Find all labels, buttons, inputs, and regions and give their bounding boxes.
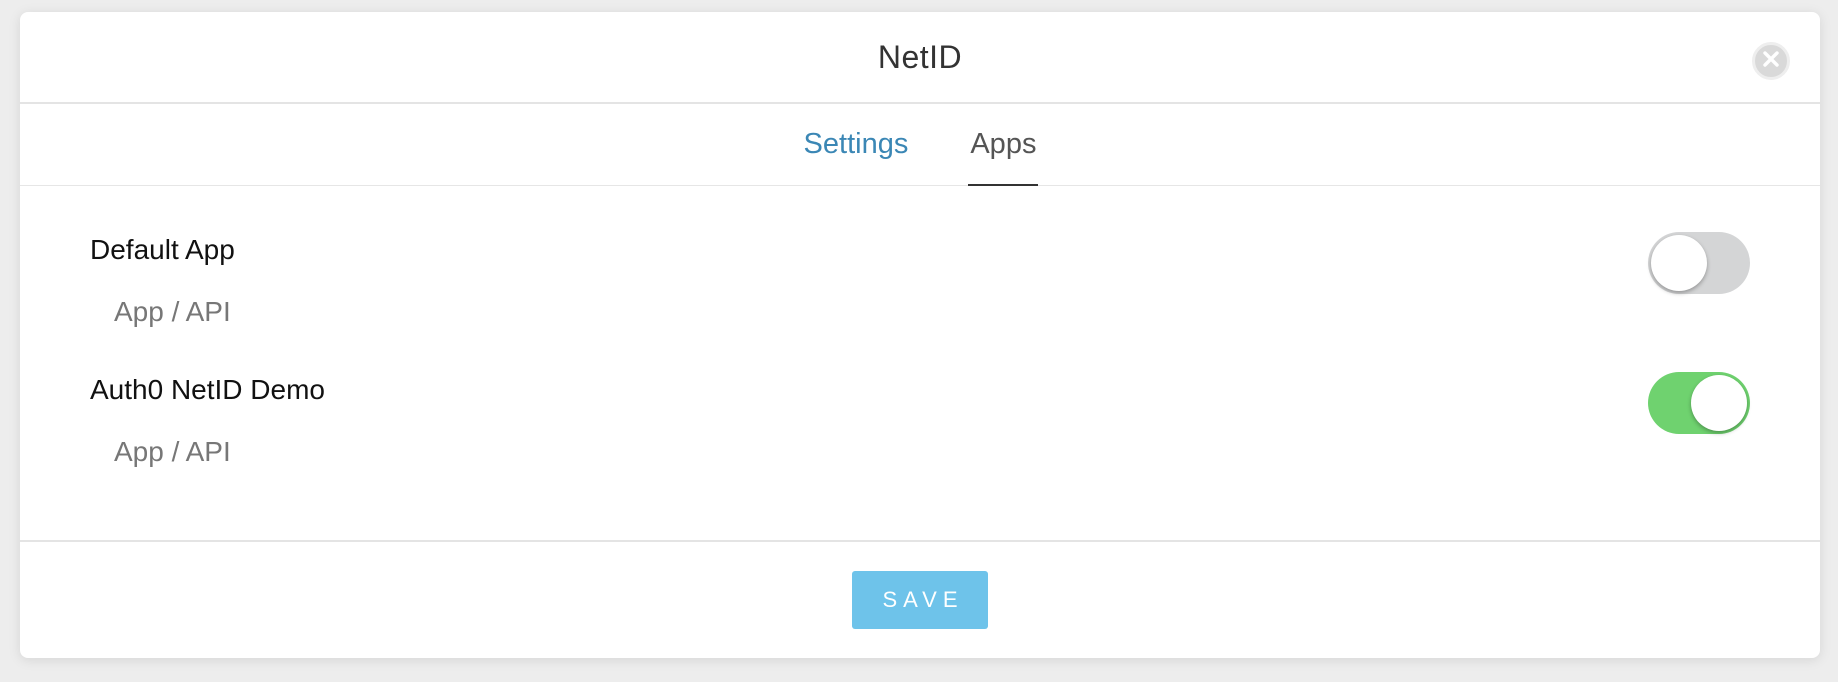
tab-bar: Settings Apps — [20, 104, 1820, 186]
toggle-knob — [1691, 375, 1747, 431]
toggle-knob — [1651, 235, 1707, 291]
app-type: App / API — [114, 436, 231, 467]
app-row-default-app: Default App App / API — [90, 232, 1750, 374]
tab-apps[interactable]: Apps — [968, 104, 1039, 186]
close-button[interactable] — [1752, 42, 1790, 80]
save-button[interactable]: SAVE — [852, 571, 988, 629]
connection-modal: NetID Settings Apps Default App App / AP… — [20, 12, 1820, 658]
app-name: Default App — [90, 234, 235, 265]
tab-settings[interactable]: Settings — [802, 104, 911, 185]
modal-title: NetID — [877, 38, 963, 75]
app-row-auth0-netid-demo: Auth0 NetID Demo App / API — [90, 372, 1750, 514]
modal-footer: SAVE — [20, 540, 1820, 658]
app-name: Auth0 NetID Demo — [90, 374, 325, 405]
apps-list: Default App App / API Auth0 NetID Demo A… — [20, 186, 1820, 514]
modal-header: NetID — [20, 12, 1820, 104]
close-icon — [1762, 50, 1780, 73]
app-toggle-auth0-netid-demo[interactable] — [1648, 372, 1750, 434]
app-toggle-default-app[interactable] — [1648, 232, 1750, 294]
app-type: App / API — [114, 296, 231, 327]
